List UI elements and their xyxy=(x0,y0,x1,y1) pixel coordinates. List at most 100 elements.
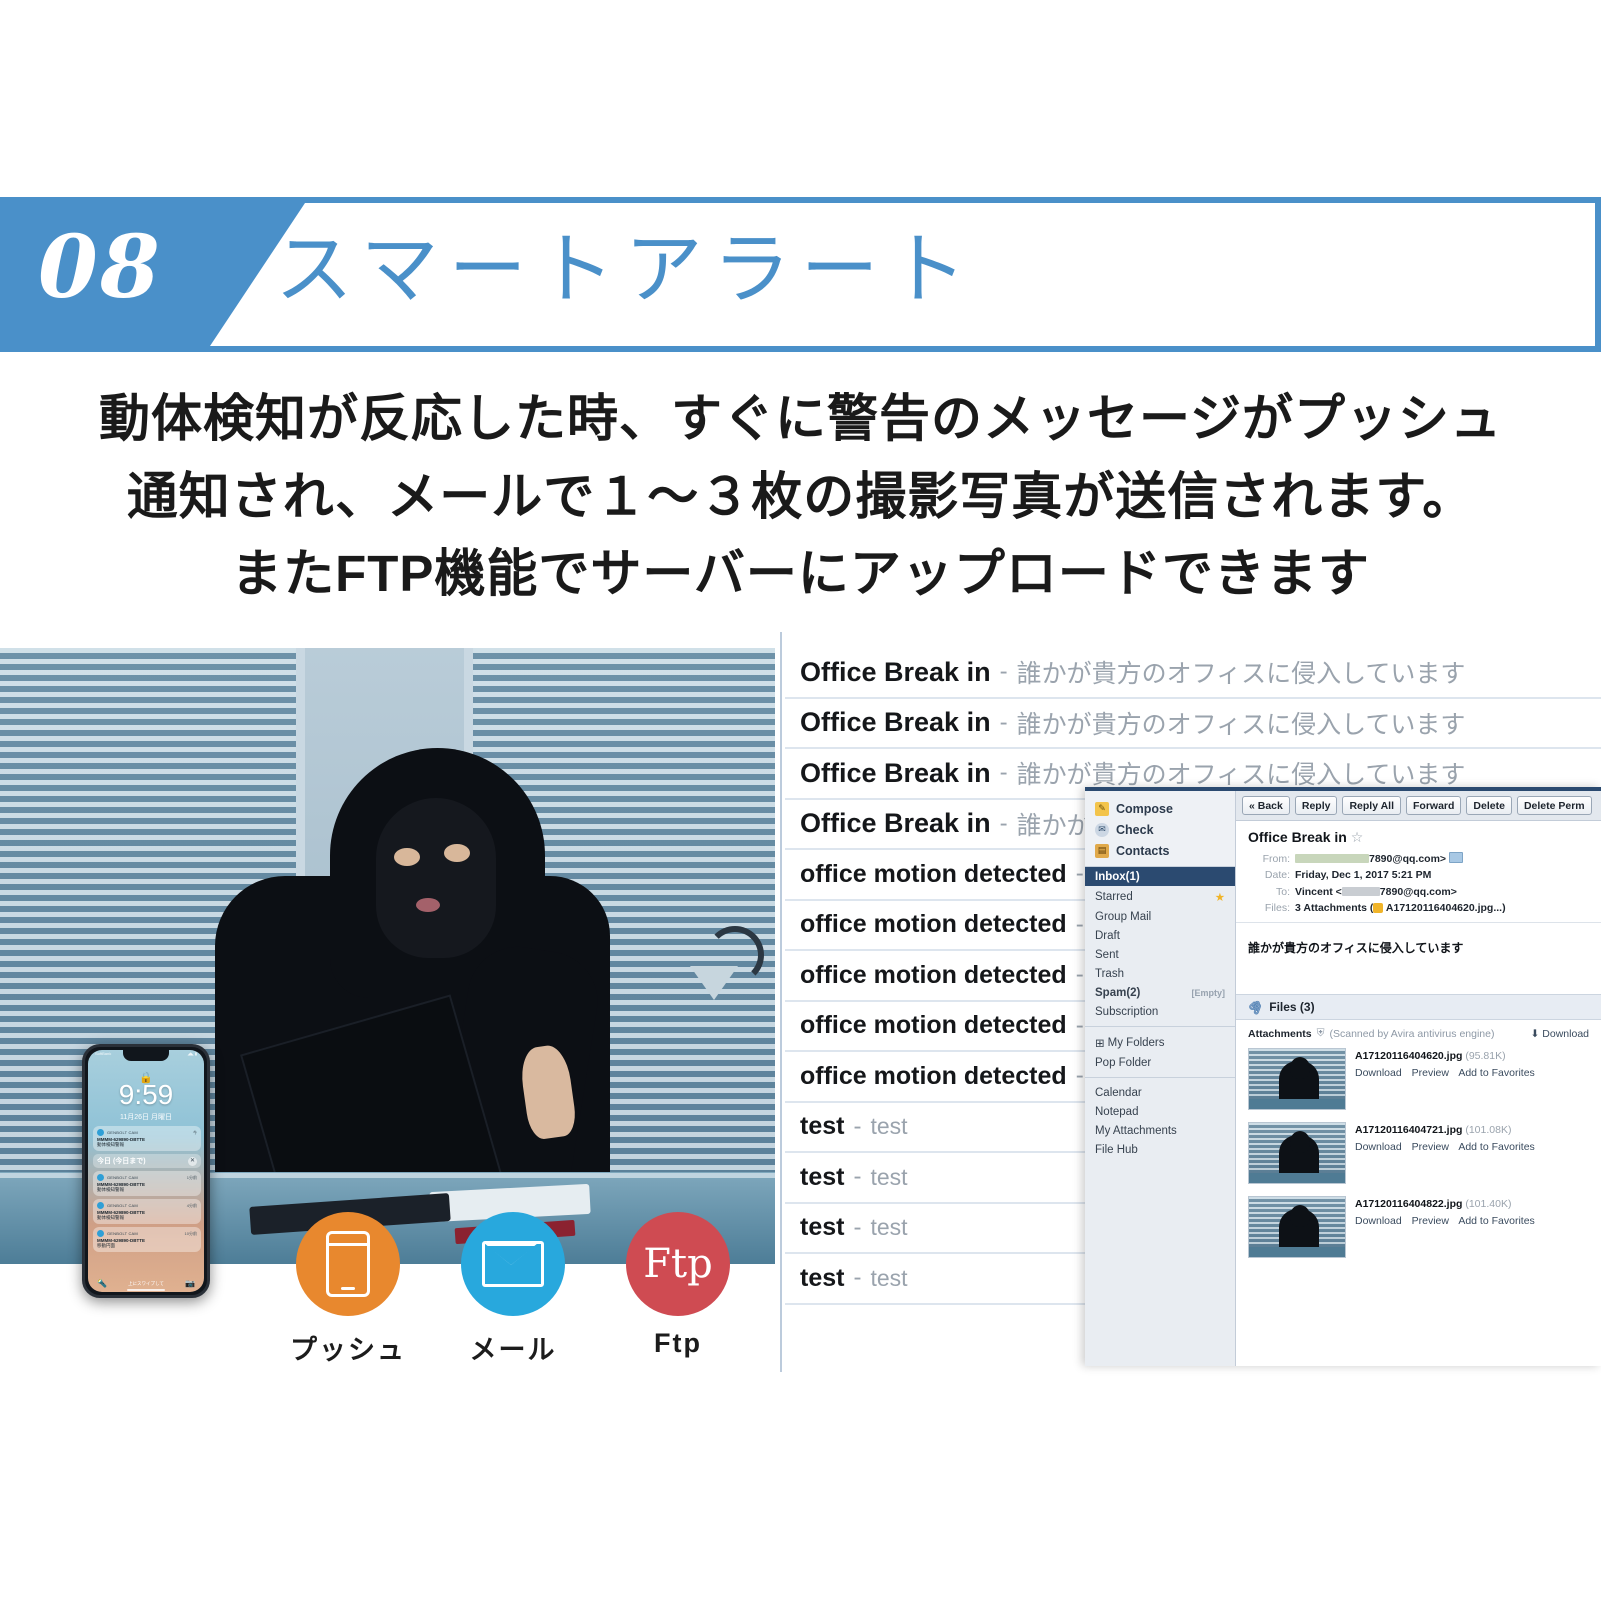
mail-subject: office motion detected xyxy=(800,1061,1067,1090)
download-link[interactable]: Download xyxy=(1355,1215,1402,1227)
section-number: 08 xyxy=(38,217,162,318)
sidebar-folder-sent[interactable]: Sent xyxy=(1085,945,1235,964)
feature-label: プッシュ xyxy=(290,1335,406,1365)
mail-subject: test xyxy=(800,1112,845,1141)
mail-subject: Office Break in xyxy=(800,757,991,788)
attachment-thumbnail[interactable] xyxy=(1248,1196,1346,1259)
notification-item[interactable]: GENBOLT CAM 1分前 MMMM-629890-DBTTE 動体検知警報 xyxy=(93,1171,201,1196)
mail-separator: - xyxy=(1075,860,1084,888)
preview-link[interactable]: Preview xyxy=(1412,1067,1449,1079)
flashlight-icon[interactable]: 🔦 xyxy=(97,1279,107,1288)
download-link[interactable]: Download xyxy=(1355,1141,1402,1153)
attachment-thumbnail[interactable] xyxy=(1248,1122,1346,1185)
download-all-link[interactable]: ⬇ Download xyxy=(1531,1028,1589,1040)
mail-snippet: 誰かが貴方のオフィスに侵入しています xyxy=(1016,761,1466,790)
notification-time: 10分前 xyxy=(184,1230,197,1236)
mail-separator: - xyxy=(999,658,1008,686)
notification-item[interactable]: GENBOLT CAM 4分前 MMMM-629890-DBTTE 動体検知警報 xyxy=(93,1199,201,1224)
reply-button[interactable]: Reply xyxy=(1294,796,1338,815)
files-value: 3 Attachments ( A17120116404620.jpg...) xyxy=(1295,900,1506,916)
lead-paragraph: 動体検知が反応した時、すぐに警告のメッセージがプッシュ 通知され、メールで１〜３… xyxy=(0,380,1601,613)
add-to-favorites-link[interactable]: Add to Favorites xyxy=(1458,1067,1534,1079)
app-icon xyxy=(97,1202,104,1209)
sidebar-folder-subscription[interactable]: Subscription xyxy=(1085,1002,1235,1021)
camera-icon[interactable]: 📷 xyxy=(185,1279,195,1288)
mail-subject: office motion detected xyxy=(800,960,1067,989)
notification-item[interactable]: GENBOLT CAM 今 MMMM-629890-DBTTE 動体検知警報 xyxy=(93,1126,201,1151)
add-to-favorites-link[interactable]: Add to Favorites xyxy=(1458,1141,1534,1153)
sidebar-divider xyxy=(1085,1077,1235,1078)
attachment-item[interactable]: A17120116404721.jpg (101.08K) Download P… xyxy=(1236,1118,1601,1192)
sidebar-folder-spam[interactable]: Spam(2) [Empty] xyxy=(1085,983,1235,1002)
attachment-thumbnail[interactable] xyxy=(1248,1048,1346,1111)
sidebar-folder-starred[interactable]: Starred ★ xyxy=(1085,886,1235,907)
attachment-item[interactable]: A17120116404822.jpg (101.40K) Download P… xyxy=(1236,1192,1601,1266)
my-folders-label: My Folders xyxy=(1107,1036,1165,1049)
date-value: Friday, Dec 1, 2017 5:21 PM xyxy=(1295,869,1432,882)
add-to-favorites-link[interactable]: Add to Favorites xyxy=(1458,1215,1534,1227)
sidebar-tool-my-attachments[interactable]: My Attachments xyxy=(1085,1121,1235,1140)
sidebar-folder-group-mail[interactable]: Group Mail xyxy=(1085,907,1235,926)
back-button[interactable]: « Back xyxy=(1242,796,1290,815)
phone-lockscreen[interactable]: SoftBank ◢◣ ▮ 🔒 9:59 11月26日 月曜日 GENBOLT … xyxy=(88,1050,204,1292)
feature-icon-row: プッシュ メール Ftp Ftp xyxy=(278,1212,748,1367)
sidebar-tool-file-hub[interactable]: File Hub xyxy=(1085,1140,1235,1159)
reader-toolbar: « Back Reply Reply All Forward Delete De… xyxy=(1236,791,1601,821)
from-address: 7890@qq.com> xyxy=(1369,853,1447,865)
sidebar-folder-inbox[interactable]: Inbox(1) xyxy=(1085,867,1235,886)
mail-subject: test xyxy=(800,1162,845,1191)
preview-link[interactable]: Preview xyxy=(1412,1215,1449,1227)
meta-files: Files: 3 Attachments ( A17120116404620.j… xyxy=(1248,900,1589,916)
sidebar-folder-trash[interactable]: Trash xyxy=(1085,964,1235,983)
expander-icon[interactable]: ⊞ xyxy=(1095,1038,1105,1050)
download-link[interactable]: Download xyxy=(1355,1067,1402,1079)
attachment-links: Download Preview Add to Favorites xyxy=(1355,1139,1542,1156)
attachment-item[interactable]: A17120116404620.jpg (95.81K) Download Pr… xyxy=(1236,1044,1601,1118)
antivirus-note: (Scanned by Avira antivirus engine) xyxy=(1329,1027,1495,1040)
burglar-eye-left xyxy=(394,848,420,866)
sidebar-tool-notepad[interactable]: Notepad xyxy=(1085,1102,1235,1121)
folder-label: Group Mail xyxy=(1095,910,1152,923)
forward-button[interactable]: Forward xyxy=(1406,796,1462,815)
tool-label: Notepad xyxy=(1095,1105,1139,1118)
notification-item[interactable]: GENBOLT CAM 10分前 MMMM-629890-DBTTE 移動円面 xyxy=(93,1227,201,1252)
folder-label: Sent xyxy=(1095,948,1119,961)
mail-subject: test xyxy=(800,1213,845,1242)
attachment-size: (101.08K) xyxy=(1465,1124,1512,1137)
mail-separator: - xyxy=(999,809,1008,837)
sidebar-folder-draft[interactable]: Draft xyxy=(1085,926,1235,945)
sidebar-action-compose[interactable]: ✎ Compose xyxy=(1085,798,1235,819)
mail-separator: - xyxy=(1075,910,1084,938)
reply-all-button[interactable]: Reply All xyxy=(1342,796,1401,815)
sidebar-action-check[interactable]: ✉ Check xyxy=(1085,819,1235,840)
app-icon xyxy=(97,1129,104,1136)
star-toggle-icon[interactable]: ☆ xyxy=(1351,829,1364,845)
folder-label: Pop Folder xyxy=(1095,1056,1152,1069)
mail-subject: office motion detected xyxy=(800,910,1067,939)
folder-label: Starred xyxy=(1095,890,1133,903)
preview-link[interactable]: Preview xyxy=(1412,1141,1449,1153)
lockscreen-footer: 🔦 上にスワイプして 📷 xyxy=(88,1279,204,1288)
feature-ftp[interactable]: Ftp Ftp xyxy=(608,1212,748,1367)
notification-line2: 動体検知警報 xyxy=(97,1187,124,1192)
delete-button[interactable]: Delete xyxy=(1466,796,1512,815)
empty-spam-link[interactable]: [Empty] xyxy=(1192,988,1226,998)
mail-list-row[interactable]: Office Break in - 誰かが貴方のオフィスに侵入しています xyxy=(785,648,1601,699)
notification-time: 1分前 xyxy=(186,1174,197,1180)
delete-perm-button[interactable]: Delete Perm xyxy=(1516,796,1592,815)
sidebar-action-contacts[interactable]: ▤ Contacts xyxy=(1085,840,1235,861)
feature-push[interactable]: プッシュ xyxy=(278,1212,418,1367)
mail-separator: - xyxy=(1075,1062,1084,1090)
lead-line-1: 動体検知が反応した時、すぐに警告のメッセージがプッシュ xyxy=(99,390,1502,447)
sidebar-tool-calendar[interactable]: Calendar xyxy=(1085,1083,1235,1102)
sidebar-pop-folder[interactable]: Pop Folder xyxy=(1085,1053,1235,1072)
sidebar-my-folders[interactable]: ⊞ My Folders xyxy=(1085,1032,1235,1053)
clear-notifications-button[interactable]: ✕ xyxy=(188,1156,197,1166)
mail-list-row[interactable]: Office Break in - 誰かが貴方のオフィスに侵入しています xyxy=(785,699,1601,749)
feature-mail[interactable]: メール xyxy=(443,1212,583,1367)
folder-label: Subscription xyxy=(1095,1005,1159,1018)
folder-label: ⊞ xyxy=(1095,1036,1105,1050)
attachment-filename: A17120116404822.jpg xyxy=(1355,1198,1463,1211)
thumb-desk xyxy=(1249,1173,1345,1184)
folder-label: Trash xyxy=(1095,967,1124,980)
